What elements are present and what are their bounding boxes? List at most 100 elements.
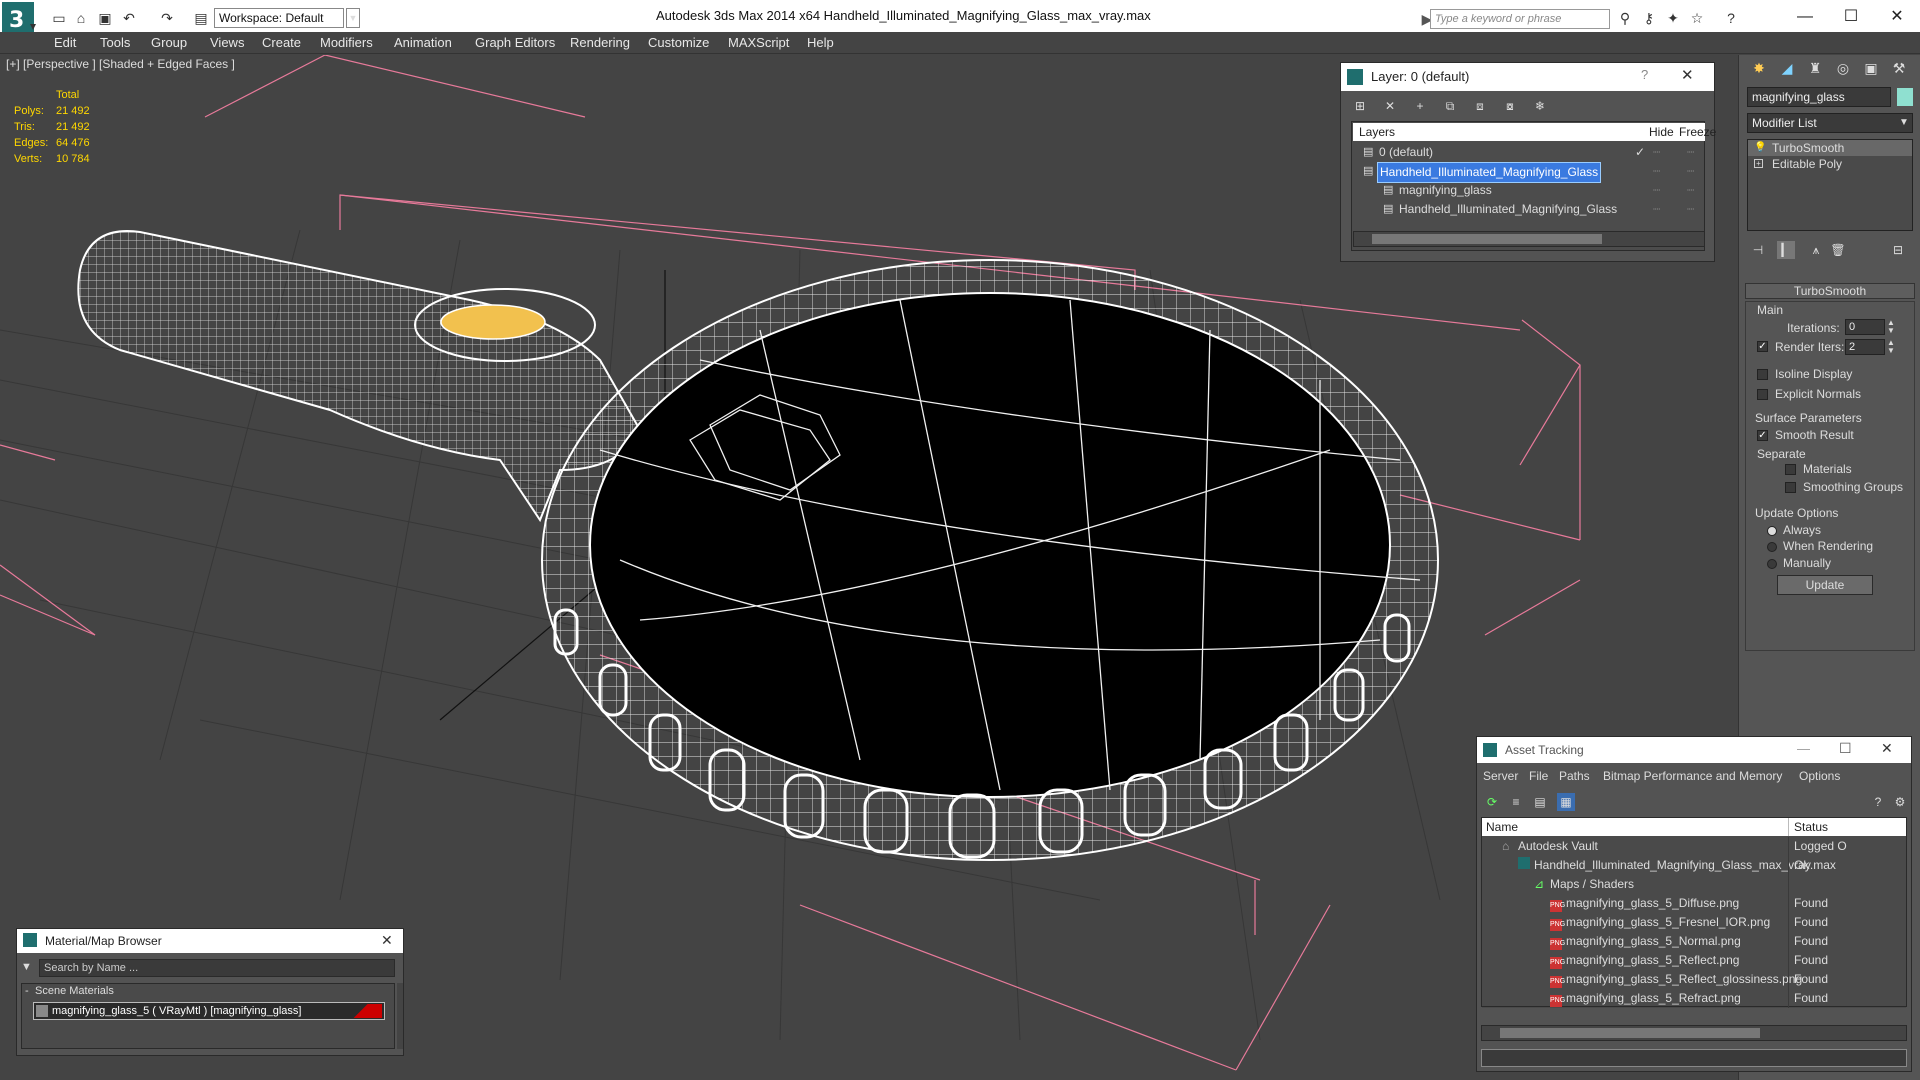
menu-group[interactable]: Group [151,33,187,53]
menu-animation[interactable]: Animation [394,33,452,53]
hide-toggle[interactable]: ┈ [1653,162,1660,181]
menu-tools[interactable]: Tools [100,33,130,53]
freeze-toggle[interactable]: ┈ [1687,181,1694,200]
expand-icon[interactable]: + [1754,159,1763,168]
select-objects-icon[interactable]: ⧉ [1441,97,1459,115]
material-map-browser-window[interactable]: Material/Map Browser ✕ ▼ Search by Name … [16,928,404,1056]
menu-maxscript[interactable]: MAXScript [728,33,789,53]
help-icon[interactable]: ? [1722,9,1740,27]
menu-edit[interactable]: Edit [54,33,76,53]
open-file-icon[interactable]: ⌂ [72,9,90,27]
hierarchy-tab-icon[interactable]: ♜ [1803,57,1827,79]
modify-tab-icon[interactable]: ◢ [1775,57,1799,79]
freeze-toggle[interactable]: ┈ [1687,162,1694,181]
make-unique-icon[interactable]: ⩚ [1807,241,1825,259]
layer-row[interactable]: ▤ Handheld_Illuminated_Magnifying_Glass ┈ ┈ [1353,200,1705,219]
filter-icon[interactable]: ▼ [21,961,32,973]
stack-item-turbosmooth[interactable]: 💡 TurboSmooth [1748,140,1912,156]
horizontal-scrollbar[interactable] [1353,231,1705,247]
smooth-result-checkbox[interactable]: ✓ [1757,430,1768,441]
menu-create[interactable]: Create [262,33,301,53]
workspace-dropdown[interactable]: Workspace: Default [214,8,344,28]
freeze-toggle[interactable]: ┈ [1687,200,1694,219]
smoothing-groups-checkbox[interactable] [1785,482,1796,493]
asset-row[interactable]: PNG magnifying_glass_5_Reflect_glossiness… [1482,970,1906,989]
asset-menu-paths[interactable]: Paths [1559,769,1590,783]
modifier-stack[interactable]: 💡 TurboSmooth + Editable Poly [1747,139,1913,231]
hide-toggle[interactable]: ┈ [1653,181,1660,200]
material-search-input[interactable]: Search by Name ... [39,959,395,977]
scene-materials-group[interactable]: Scene Materials [35,985,114,997]
spinner-arrows-icon[interactable]: ▲ ▼ [1887,339,1895,355]
horizontal-scrollbar[interactable] [1481,1025,1907,1041]
render-iters-spinner[interactable]: 2 [1845,339,1885,355]
create-tab-icon[interactable]: ✸ [1747,57,1771,79]
maximize-icon[interactable]: ☐ [1839,740,1852,757]
utilities-tab-icon[interactable]: ⚒ [1887,57,1911,79]
col-freeze[interactable]: Freeze [1679,125,1716,139]
asset-row[interactable]: ⌂ Autodesk Vault Logged O [1482,837,1906,856]
favorites-star-icon[interactable]: ☆ [1688,9,1706,27]
freeze-toggle[interactable]: ┈ [1687,143,1694,162]
asset-menu-bitmap[interactable]: Bitmap Performance and Memory [1603,769,1782,783]
pin-stack-icon[interactable]: ⊣ [1749,241,1767,259]
menu-rendering[interactable]: Rendering [570,33,630,53]
asset-row[interactable]: Handheld_Illuminated_Magnifying_Glass_ma… [1482,856,1906,875]
lightbulb-icon[interactable]: 💡 [1754,140,1766,156]
viewport-label[interactable]: [+] [Perspective ] [Shaded + Edged Faces… [6,57,235,71]
display-tab-icon[interactable]: ▣ [1859,57,1883,79]
menu-modifiers[interactable]: Modifiers [320,33,373,53]
close-icon[interactable]: ✕ [1681,66,1694,84]
menu-help[interactable]: Help [807,33,834,53]
update-button[interactable]: Update [1777,575,1873,595]
asset-row[interactable]: ⊿ Maps / Shaders [1482,875,1906,894]
vertical-scrollbar[interactable] [397,983,403,1049]
show-end-result-icon[interactable]: ▎ [1777,241,1795,259]
col-name[interactable]: Name [1486,820,1518,834]
delete-layer-icon[interactable]: ✕ [1381,97,1399,115]
new-file-icon[interactable]: ▭ [50,9,68,27]
configure-sets-icon[interactable]: ⊟ [1889,241,1907,259]
col-hide[interactable]: Hide [1649,125,1674,139]
always-radio[interactable] [1767,526,1777,536]
settings-icon[interactable]: ⚙ [1891,793,1909,811]
close-button[interactable]: ✕ [1874,4,1920,30]
help-icon[interactable]: ? [1641,67,1648,82]
col-status[interactable]: Status [1794,820,1828,834]
menu-views[interactable]: Views [210,33,244,53]
layer-window-title[interactable]: Layer: 0 (default) [1341,63,1714,91]
freeze-all-icon[interactable]: ❄ [1531,97,1549,115]
materials-checkbox[interactable] [1785,464,1796,475]
hide-toggle[interactable]: ┈ [1653,200,1660,219]
iterations-spinner[interactable]: 0 [1845,319,1885,335]
help-icon[interactable]: ? [1869,793,1887,811]
object-color-swatch[interactable] [1897,88,1913,106]
explicit-normals-checkbox[interactable] [1757,389,1768,400]
spinner-arrows-icon[interactable]: ▲ ▼ [1887,319,1895,335]
table-view-icon[interactable]: ▦ [1557,793,1575,811]
remove-modifier-icon[interactable]: 🗑 [1829,241,1847,259]
subscription-icon[interactable]: ✦ [1664,9,1682,27]
col-layers[interactable]: Layers [1359,125,1395,139]
close-icon[interactable]: ✕ [381,932,393,949]
scrollbar-thumb[interactable] [1500,1028,1760,1038]
asset-menu-options[interactable]: Options [1799,769,1840,783]
asset-row[interactable]: PNG magnifying_glass_5_Fresnel_IOR.png Fou… [1482,913,1906,932]
stack-item-editable-poly[interactable]: + Editable Poly [1748,156,1912,172]
active-layer-check-icon[interactable]: ✓ [1635,143,1645,162]
asset-row[interactable]: PNG magnifying_glass_5_Diffuse.png Found [1482,894,1906,913]
isoline-display-checkbox[interactable] [1757,369,1768,380]
render-iters-checkbox[interactable]: ✓ [1757,341,1768,352]
turbosmooth-rollout-header[interactable]: TurboSmooth [1745,283,1915,299]
when-rendering-radio[interactable] [1767,542,1777,552]
menu-graph-editors[interactable]: Graph Editors [475,33,555,53]
key-icon[interactable]: ⚷ [1640,9,1658,27]
asset-menu-server[interactable]: Server [1483,769,1518,783]
menu-customize[interactable]: Customize [648,33,709,53]
scrollbar-thumb[interactable] [1372,234,1602,244]
save-icon[interactable]: ▣ [96,9,114,27]
highlight-layer-icon[interactable]: ⧈ [1471,97,1489,115]
hide-toggle[interactable]: ┈ [1653,143,1660,162]
chevron-down-icon[interactable]: ▼ [346,8,360,28]
list-view-icon[interactable]: ≡ [1507,793,1525,811]
